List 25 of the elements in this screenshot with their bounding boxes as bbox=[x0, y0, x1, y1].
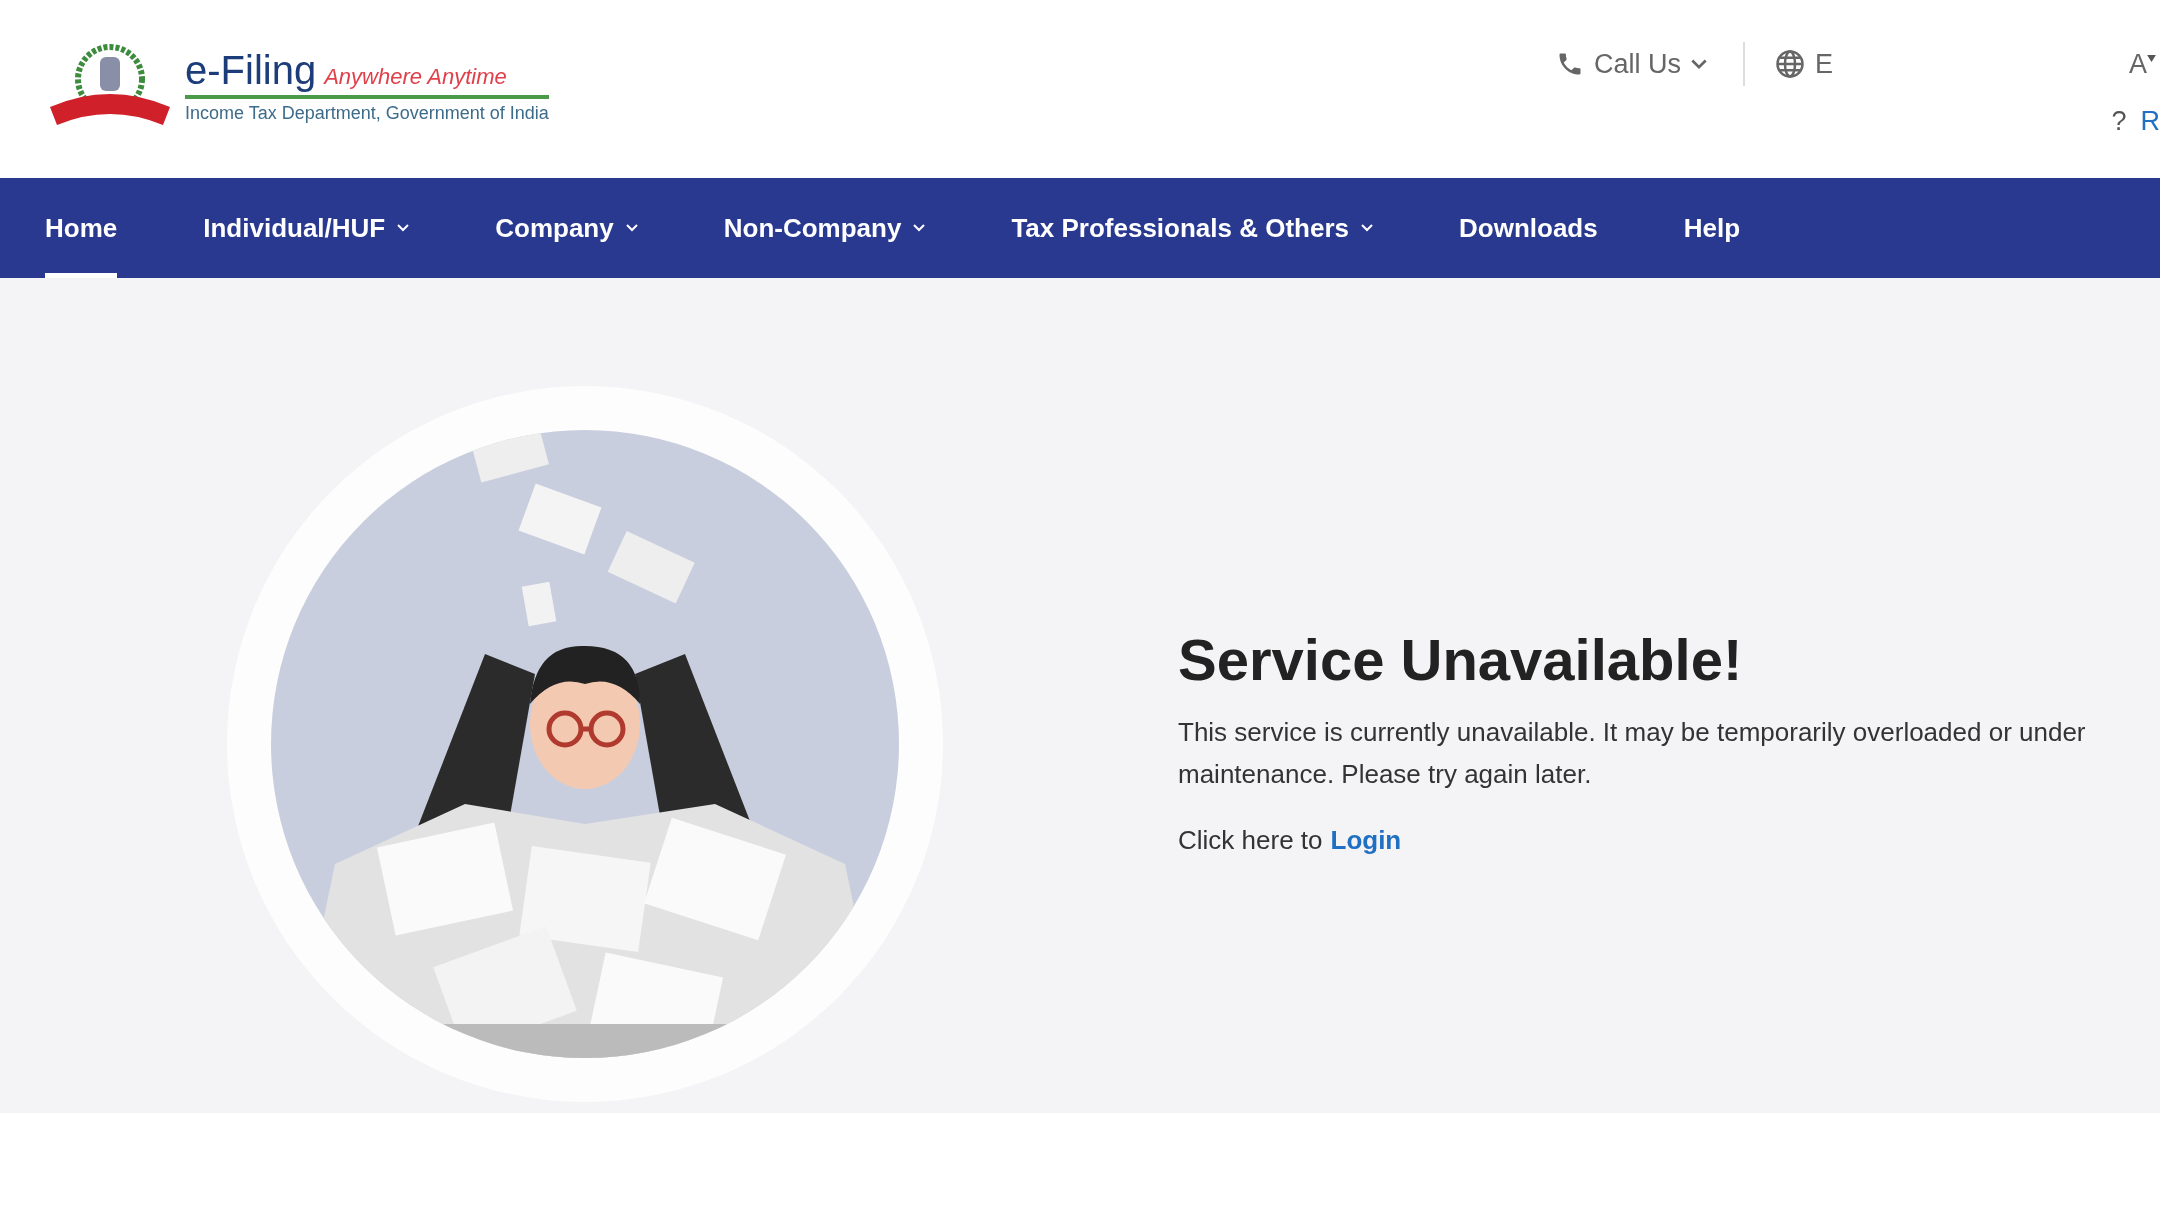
nav-tab[interactable]: Tax Professionals & Others bbox=[1011, 178, 1374, 278]
logo-subtitle: Income Tax Department, Government of India bbox=[185, 102, 549, 124]
globe-icon bbox=[1774, 49, 1805, 79]
call-us-button[interactable]: Call Us bbox=[1549, 44, 1713, 84]
error-title: Service Unavailable! bbox=[1178, 625, 1744, 693]
register-link[interactable]: R bbox=[2140, 106, 2160, 137]
chevron-down-icon bbox=[1690, 58, 1707, 70]
nav-tab[interactable]: Company bbox=[495, 178, 638, 278]
nav-tab[interactable]: Downloads bbox=[1459, 178, 1598, 278]
help-mark: ? bbox=[2111, 106, 2127, 137]
caret-icon bbox=[2147, 54, 2156, 62]
chevron-down-icon bbox=[1361, 224, 1374, 232]
logo-tagline: Anywhere Anytime bbox=[324, 64, 507, 90]
language-button[interactable]: E bbox=[1768, 44, 1839, 84]
nav-tab[interactable]: Help bbox=[1683, 178, 1741, 278]
chevron-down-icon bbox=[913, 224, 926, 232]
login-link[interactable]: Login bbox=[1330, 824, 1402, 856]
error-message: This service is currently unavailable. It may be temporarily overloaded or under maintenance. Please try again later. bbox=[1178, 715, 2087, 791]
nav-tab[interactable]: Individual/HUF bbox=[203, 178, 410, 278]
chevron-down-icon bbox=[397, 224, 410, 232]
nav-tab[interactable]: Non-Company bbox=[723, 178, 926, 278]
logo-title: e-Filing bbox=[185, 48, 317, 93]
login-prompt: Click here to bbox=[1178, 824, 1323, 856]
chevron-down-icon bbox=[625, 224, 638, 232]
font-size-button[interactable]: A bbox=[2129, 48, 2160, 80]
